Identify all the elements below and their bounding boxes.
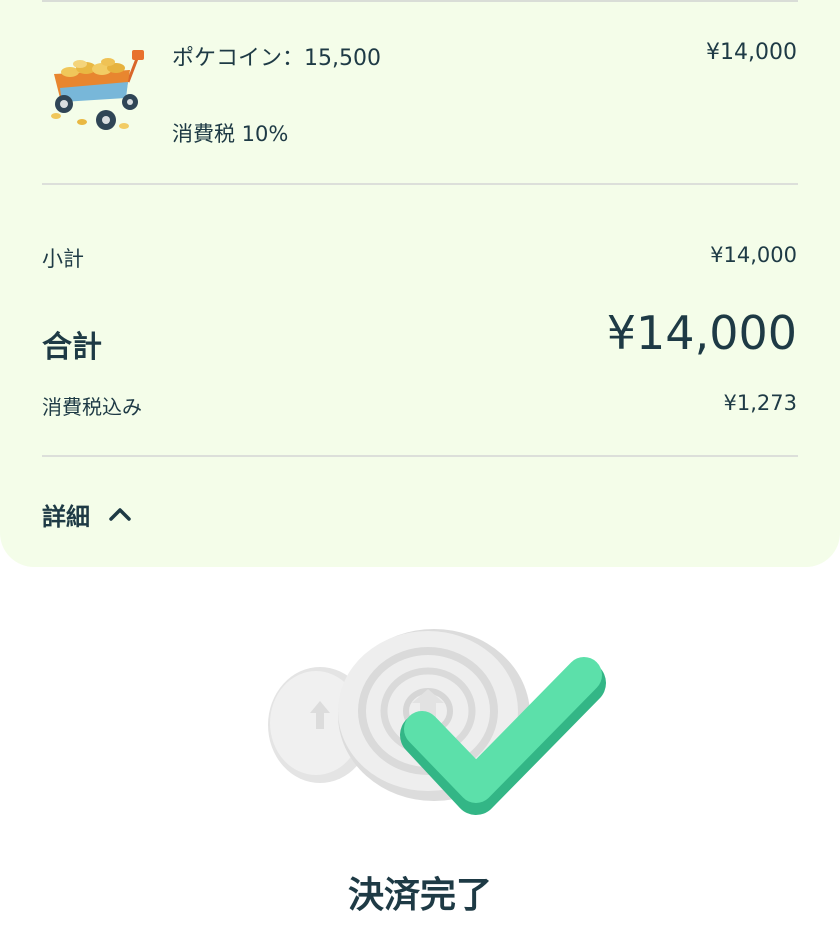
payment-success-icon [268,629,606,815]
payment-complete-title: 決済完了 [347,875,492,916]
top-divider [42,0,798,2]
item-name: ポケコイン：15,500 [172,46,381,71]
item-price: ¥14,000 [706,40,797,65]
coin-wagon-icon [51,50,144,130]
total-label: 合計 [42,330,102,365]
item-tax-rate: 消費税 10% [172,122,289,146]
tax-included-value: ¥1,273 [723,391,797,415]
chevron-up-icon [109,508,131,521]
divider [42,455,798,457]
total-value: ¥14,000 [606,306,797,360]
subtotal-label: 小計 [42,247,84,271]
divider [42,183,798,185]
details-label: 詳細 [42,502,90,531]
subtotal-value: ¥14,000 [710,243,797,267]
tax-included-label: 消費税込み [42,395,142,419]
order-summary-card: ポケコイン：15,500 ¥14,000 消費税 10% 小計 ¥14,000 … [0,0,840,567]
details-toggle[interactable]: 詳細 [42,496,132,532]
